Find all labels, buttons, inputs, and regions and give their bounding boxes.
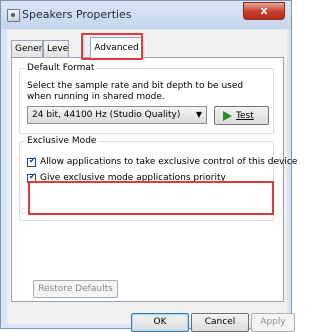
default-format-description: Select the sample rate and bit depth to … [27, 81, 244, 102]
exclusive-mode-title: Exclusive Mode [25, 136, 99, 146]
tab-highlight-box [81, 33, 143, 60]
format-dropdown[interactable]: 24 bit, 44100 Hz (Studio Quality) ▼ [27, 106, 207, 124]
chevron-down-icon: ▼ [195, 110, 202, 119]
speakers-properties-window: Speakers Properties x General Leve Advan… [0, 0, 297, 332]
window-title: Speakers Properties [22, 8, 132, 21]
checkmark-icon: ✔ [28, 156, 37, 166]
apply-button[interactable]: Apply [251, 313, 295, 332]
default-format-group: Default Format Select the sample rate an… [19, 63, 274, 134]
close-button[interactable]: x [243, 2, 285, 20]
play-icon [223, 111, 232, 121]
title-bar[interactable]: Speakers Properties x [1, 1, 291, 29]
checkbox-highlight-box [28, 181, 274, 215]
tab-general[interactable]: General [11, 40, 43, 57]
advanced-tab-panel: Default Format Select the sample rate an… [11, 57, 297, 302]
speaker-icon [7, 9, 20, 22]
cancel-button[interactable]: Cancel [191, 313, 249, 332]
allow-exclusive-control-checkbox[interactable]: ✔ [27, 156, 37, 167]
ok-button[interactable]: OK [131, 313, 189, 332]
restore-defaults-button[interactable]: Restore Defaults [33, 280, 118, 298]
dialog-client-area: General Leve Advanced Default Format Sel… [7, 30, 297, 332]
test-button[interactable]: Test [214, 106, 269, 125]
tab-levels[interactable]: Leve [43, 40, 69, 57]
allow-exclusive-control-label: Allow applications to take exclusive con… [40, 157, 298, 167]
default-format-title: Default Format [25, 63, 97, 73]
close-icon: x [260, 4, 268, 17]
test-button-label: Test [236, 111, 254, 121]
format-dropdown-value: 24 bit, 44100 Hz (Studio Quality) [32, 110, 181, 120]
